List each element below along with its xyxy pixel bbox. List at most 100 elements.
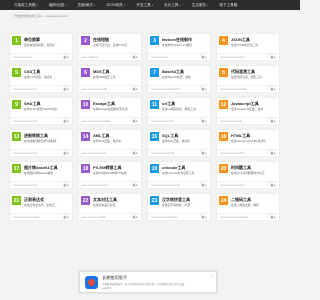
card-description: 在线Base64加密、解密 <box>162 75 192 79</box>
card-title[interactable]: Javascript工具 <box>231 101 259 107</box>
card-title[interactable]: Base64工具 <box>162 69 184 75</box>
card-description: 在线单位换算器，包括长… <box>24 43 58 47</box>
card-footer: www.wxtool.com/json 进入 <box>217 53 279 60</box>
popup-subtitle: 下载推荐使用插件，各大应用市场均有在线下载，也可搜索应用宝进行安装 <box>102 282 185 286</box>
nav-item[interactable]: 万能收工具箱 ▾ <box>14 3 38 8</box>
card-title[interactable]: HTML工具 <box>231 133 250 139</box>
tool-card[interactable]: 9 SHA工具 在线SHA1加密/SHA256加… www.wxtool.com/sh… <box>9 97 73 125</box>
enter-link[interactable]: 进入 <box>270 55 276 59</box>
tool-card[interactable]: 22 文本对比工具 在线文本差异对比 www.wxtool.com/diff 进入 <box>78 193 142 221</box>
nav-item[interactable]: 开发工具 ▾ <box>136 3 153 8</box>
enter-link[interactable]: 进入 <box>63 119 69 123</box>
breadcrumb: 开发类常用在线工具 — www.wxtool.com <box>14 14 68 18</box>
card-title[interactable]: 进制转换工具 <box>24 133 48 139</box>
card-description: 在线JSON格式化工具 <box>231 43 259 47</box>
nav-item[interactable]: 生活服务 ▾ <box>192 3 209 8</box>
nav-item[interactable]: 压缩/格式 ▾ <box>78 3 96 8</box>
tool-card[interactable]: 6 MD5工具 在线MD5加密工具 www.wxtool.com/md5 进入 <box>78 65 142 93</box>
card-title[interactable]: 二维码工具 <box>231 197 251 203</box>
enter-link[interactable]: 进入 <box>132 215 138 219</box>
tool-card[interactable]: 11 url工具 在线url编码加密、解码工具 www.wxtool.com/url 进… <box>147 97 211 125</box>
enter-link[interactable]: 进入 <box>270 151 276 155</box>
nav-item[interactable]: JSON相关 ▾ <box>106 3 125 8</box>
tool-card[interactable]: 2 在线短链 生成不同平台，生成DOS可… www.dwz6c.cn 进入 <box>78 33 142 61</box>
enter-link[interactable]: 进入 <box>63 87 69 91</box>
tool-card[interactable]: 13 进制转换工具 在线进制转换包括2进制转… www.wxtool.com/hex 进… <box>9 129 73 157</box>
nav-item-label: 编码/加密 <box>48 2 65 7</box>
enter-link[interactable]: 进入 <box>132 87 138 91</box>
enter-link[interactable]: 进入 <box>63 215 69 219</box>
card-title[interactable]: url工具 <box>162 101 175 107</box>
tool-card[interactable]: 12 Javascript工具 在线Javascript压缩、格式… www.wxto… <box>216 97 280 125</box>
tool-card[interactable]: 7 Base64工具 在线Base64加密、解密 www.wxtool.com/bas… <box>147 65 211 93</box>
card-title[interactable]: MD5工具 <box>93 69 109 75</box>
card-url: www.wxsyz.com <box>13 55 32 59</box>
tool-card[interactable]: 3 favicon在线制作 在线制作favicon.ico图标 www.icon6.n… <box>147 33 211 61</box>
card-footer: www.wxtool.com/img 进入 <box>10 181 72 188</box>
tool-card[interactable]: 4 JSON工具 在线JSON格式化工具 www.wxtool.com/json 进入 <box>216 33 280 61</box>
tool-card[interactable]: 18 PX,EM转换工具 在线PX转EM,EM转PX在线… www.wxtool.co… <box>78 161 142 189</box>
enter-link[interactable]: 进入 <box>132 55 138 59</box>
tool-card[interactable]: 17 图片转base64工具 在线图片转Base64编码 www.wxtool.com… <box>9 161 73 189</box>
chevron-down-icon: ▾ <box>65 3 67 7</box>
tool-card[interactable]: 14 XML工具 在线XML压缩、格式化 www.wxtool.com/xml 进入 <box>78 129 142 157</box>
card-description: 生成不同平台，生成DOS可… <box>93 43 130 47</box>
card-url: www.wxtool.com/pxem <box>82 183 109 187</box>
tool-card[interactable]: 19 unicode工具 在线unicode中文互转工具… www.wxtool.co… <box>147 161 211 189</box>
tool-card[interactable]: 23 汉字转拼音工具 在线汉字转拼音，声调… www.wxtool.com/pinyi… <box>147 193 211 221</box>
card-title[interactable]: 图片转base64工具 <box>24 165 58 171</box>
tool-card[interactable]: 21 正则表达式 在线正则表达式，生成正… www.wxtool.com/regex 进… <box>9 193 73 221</box>
tool-card[interactable]: 16 HTML工具 在线Javascript/HTML格式化 www.wxtool.c… <box>216 129 280 157</box>
tool-card[interactable]: 20 时间戳工具 在线Unix时间戳转换为北京… www.wxtool.com/tim… <box>216 161 280 189</box>
card-title[interactable]: SHA工具 <box>24 101 40 107</box>
card-title[interactable]: 汉字转拼音工具 <box>162 197 190 203</box>
enter-link[interactable]: 进入 <box>270 183 276 187</box>
popup-title: 长期使用版手 <box>102 274 128 280</box>
enter-link[interactable]: 进入 <box>201 183 207 187</box>
card-title[interactable]: 单位换算 <box>24 37 40 43</box>
enter-link[interactable]: 进入 <box>270 87 276 91</box>
nav-item[interactable]: 极下工具箱 <box>219 3 237 8</box>
card-description: 在线PX转EM,EM转PX在线… <box>93 171 130 175</box>
card-title[interactable]: JSON工具 <box>231 37 250 43</box>
enter-link[interactable]: 进入 <box>63 183 69 187</box>
app-promo-popup[interactable]: 长期使用版手 下载推荐使用插件，各大应用市场均有在线下载，也可搜索应用宝进行安装… <box>79 271 217 293</box>
enter-link[interactable]: 进入 <box>132 183 138 187</box>
card-title[interactable]: 代码混淆工具 <box>231 69 255 75</box>
tool-card[interactable]: 8 代码混淆工具 在线代码混淆、加密工具 www.wxtool.com/jsobfu 进… <box>216 65 280 93</box>
nav-item[interactable]: 编码/加密 ▾ <box>49 3 67 8</box>
enter-link[interactable]: 进入 <box>132 151 138 155</box>
card-title[interactable]: PX,EM转换工具 <box>93 165 121 171</box>
card-title[interactable]: unicode工具 <box>162 165 185 171</box>
enter-link[interactable]: 进入 <box>63 151 69 155</box>
nav-item[interactable]: 设计工具 ▾ <box>164 3 181 8</box>
card-title[interactable]: 文本对比工具 <box>93 197 117 203</box>
enter-link[interactable]: 进入 <box>201 215 207 219</box>
enter-link[interactable]: 进入 <box>201 151 207 155</box>
enter-link[interactable]: 进入 <box>132 119 138 123</box>
card-title[interactable]: 时间戳工具 <box>231 165 251 171</box>
tool-card[interactable]: 15 SQL工具 在线SQL压缩、格式化 www.wxtool.com/sql 进入 <box>147 129 211 157</box>
card-title[interactable]: SQL工具 <box>162 133 178 139</box>
close-icon[interactable]: × <box>209 274 213 278</box>
card-title[interactable]: XML工具 <box>93 133 109 139</box>
enter-link[interactable]: 进入 <box>63 55 69 59</box>
enter-link[interactable]: 进入 <box>201 55 207 59</box>
enter-link[interactable]: 进入 <box>201 87 207 91</box>
nav-item-label: 极下工具箱 <box>219 2 238 7</box>
card-title[interactable]: Escape工具 <box>93 101 115 107</box>
card-title[interactable]: 在线短链 <box>93 37 109 43</box>
tool-card[interactable]: 5 CSS工具 在线CSS压缩、格式化 www.wxtool.com/css 进入 <box>9 65 73 93</box>
chevron-down-icon: ▾ <box>179 3 181 7</box>
card-title[interactable]: 正则表达式 <box>24 197 44 203</box>
enter-link[interactable]: 进入 <box>201 119 207 123</box>
tool-card[interactable]: 24 二维码工具 在线二维码生成、解析 www.wxtool.com/qrcode 进入 <box>216 193 280 221</box>
card-title[interactable]: CSS工具 <box>24 69 40 75</box>
tool-card[interactable]: 10 Escape工具 在线Escape加密解码字符串 www.wxtool.com/… <box>78 97 142 125</box>
enter-link[interactable]: 进入 <box>270 119 276 123</box>
card-number-badge: 20 <box>219 164 228 173</box>
card-footer: www.wxtool.com/time 进入 <box>217 181 279 188</box>
tool-card[interactable]: 1 单位换算 在线单位换算器，包括长… www.wxsyz.com 进入 <box>9 33 73 61</box>
enter-link[interactable]: 进入 <box>270 215 276 219</box>
card-title[interactable]: favicon在线制作 <box>162 37 192 43</box>
